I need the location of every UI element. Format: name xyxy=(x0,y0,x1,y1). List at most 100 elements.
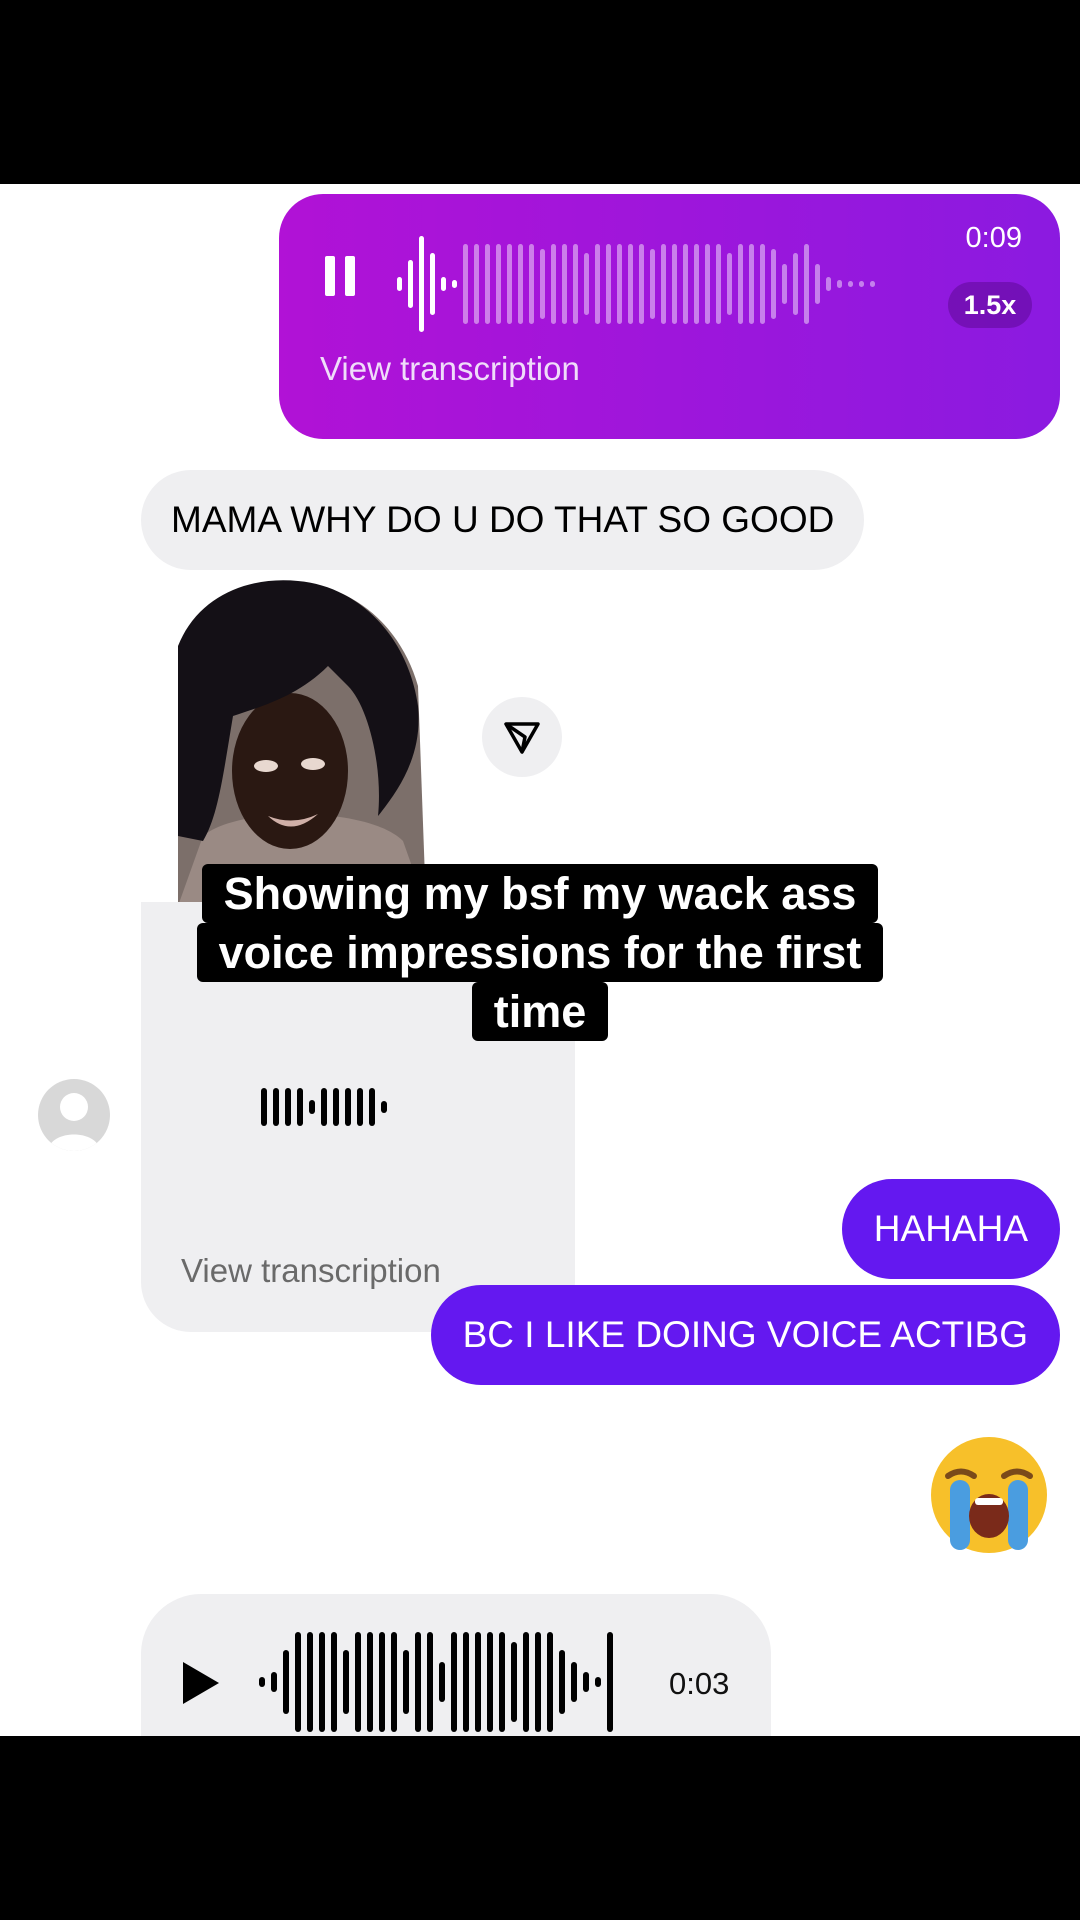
received-text-message[interactable]: MAMA WHY DO U DO THAT SO GOOD xyxy=(141,470,865,570)
voice-waveform[interactable] xyxy=(397,234,881,334)
waveform-bar xyxy=(837,280,842,288)
waveform-bar xyxy=(309,1100,315,1114)
waveform-bar xyxy=(295,1632,301,1732)
waveform-bar xyxy=(815,264,820,304)
waveform-bar xyxy=(547,1632,553,1732)
waveform-bar xyxy=(617,244,622,324)
playback-speed-button[interactable]: 1.5x xyxy=(948,282,1032,328)
waveform-bar xyxy=(273,1088,279,1126)
waveform-bar xyxy=(319,1632,325,1732)
waveform-bar xyxy=(367,1632,373,1732)
waveform-bar xyxy=(463,244,468,324)
caption-line: voice impressions for the first xyxy=(196,923,884,982)
waveform-bar xyxy=(559,1650,565,1714)
waveform-bar xyxy=(573,244,578,324)
waveform-bar xyxy=(343,1650,349,1714)
waveform-bar xyxy=(727,253,732,315)
waveform-bar xyxy=(427,1632,433,1732)
waveform-bar xyxy=(826,277,831,291)
waveform-bar xyxy=(518,244,523,324)
waveform-bar xyxy=(369,1088,375,1126)
video-caption: Showing my bsf my wack ass voice impress… xyxy=(190,864,890,1041)
waveform-bar xyxy=(439,1662,445,1702)
waveform-bar xyxy=(496,244,501,324)
waveform-bar xyxy=(607,1632,613,1732)
default-avatar-icon xyxy=(48,1093,100,1151)
sent-voice-message[interactable]: 0:09 1.5x View transcription xyxy=(279,194,1060,439)
sent-text-message[interactable]: HAHAHA xyxy=(841,1179,1060,1279)
waveform-bar xyxy=(694,244,699,324)
waveform-bar xyxy=(333,1088,339,1126)
sticker-image[interactable] xyxy=(178,576,426,906)
waveform-bar xyxy=(804,244,809,324)
share-button[interactable] xyxy=(482,697,562,777)
waveform-bar xyxy=(551,244,556,324)
waveform-bar xyxy=(535,1632,541,1732)
waveform-bar xyxy=(848,281,853,287)
voice-waveform[interactable] xyxy=(261,1072,393,1142)
waveform-bar xyxy=(650,249,655,319)
waveform-bar xyxy=(584,253,589,315)
waveform-bar xyxy=(357,1088,363,1126)
waveform-bar xyxy=(485,244,490,324)
waveform-bar xyxy=(583,1672,589,1692)
received-voice-message[interactable]: 0:03 xyxy=(141,1594,771,1736)
waveform-bar xyxy=(782,264,787,304)
voice-duration: 0:09 xyxy=(965,222,1022,254)
waveform-bar xyxy=(487,1632,493,1732)
waveform-bar xyxy=(381,1101,387,1113)
sent-text-message[interactable]: BC I LIKE DOING VOICE ACTIBG xyxy=(430,1285,1060,1385)
waveform-bar xyxy=(285,1088,291,1126)
avatar[interactable] xyxy=(38,1079,110,1151)
waveform-bar xyxy=(408,260,413,308)
pause-icon[interactable] xyxy=(325,256,359,296)
waveform-bar xyxy=(562,244,567,324)
waveform-bar xyxy=(705,244,710,324)
view-transcription-link[interactable]: View transcription xyxy=(181,1252,441,1290)
waveform-bar xyxy=(391,1632,397,1732)
waveform-bar xyxy=(475,1632,481,1732)
waveform-bar xyxy=(403,1650,409,1714)
waveform-bar xyxy=(760,244,765,324)
waveform-bar xyxy=(451,1632,457,1732)
waveform-bar xyxy=(397,277,402,291)
waveform-bar xyxy=(415,1632,421,1732)
waveform-bar xyxy=(859,281,864,287)
waveform-bar xyxy=(606,244,611,324)
waveform-bar xyxy=(793,253,798,315)
play-icon[interactable] xyxy=(183,1662,219,1704)
waveform-bar xyxy=(628,244,633,324)
send-icon xyxy=(504,722,540,754)
waveform-bar xyxy=(261,1088,267,1126)
waveform-bar xyxy=(683,244,688,324)
waveform-bar xyxy=(529,244,534,324)
waveform-bar xyxy=(331,1632,337,1732)
waveform-bar xyxy=(507,244,512,324)
waveform-bar xyxy=(307,1632,313,1732)
waveform-bar xyxy=(540,249,545,319)
loudly-crying-face-icon[interactable] xyxy=(928,1434,1050,1556)
waveform-bar xyxy=(738,244,743,324)
waveform-bar xyxy=(419,236,424,332)
waveform-bar xyxy=(474,244,479,324)
waveform-bar xyxy=(355,1632,361,1732)
waveform-bar xyxy=(452,280,457,288)
waveform-bar xyxy=(430,253,435,315)
voice-waveform[interactable] xyxy=(259,1627,619,1736)
waveform-bar xyxy=(661,244,666,324)
waveform-bar xyxy=(297,1088,303,1126)
view-transcription-link[interactable]: View transcription xyxy=(320,350,580,388)
waveform-bar xyxy=(271,1672,277,1692)
waveform-bar xyxy=(379,1632,385,1732)
caption-line: time xyxy=(471,982,609,1041)
waveform-bar xyxy=(463,1632,469,1732)
waveform-bar xyxy=(716,244,721,324)
caption-line: Showing my bsf my wack ass xyxy=(201,864,879,923)
waveform-bar xyxy=(771,249,776,319)
waveform-bar xyxy=(672,244,677,324)
waveform-bar xyxy=(595,244,600,324)
waveform-bar xyxy=(749,244,754,324)
waveform-bar xyxy=(595,1677,601,1687)
waveform-bar xyxy=(571,1662,577,1702)
waveform-bar xyxy=(321,1088,327,1126)
